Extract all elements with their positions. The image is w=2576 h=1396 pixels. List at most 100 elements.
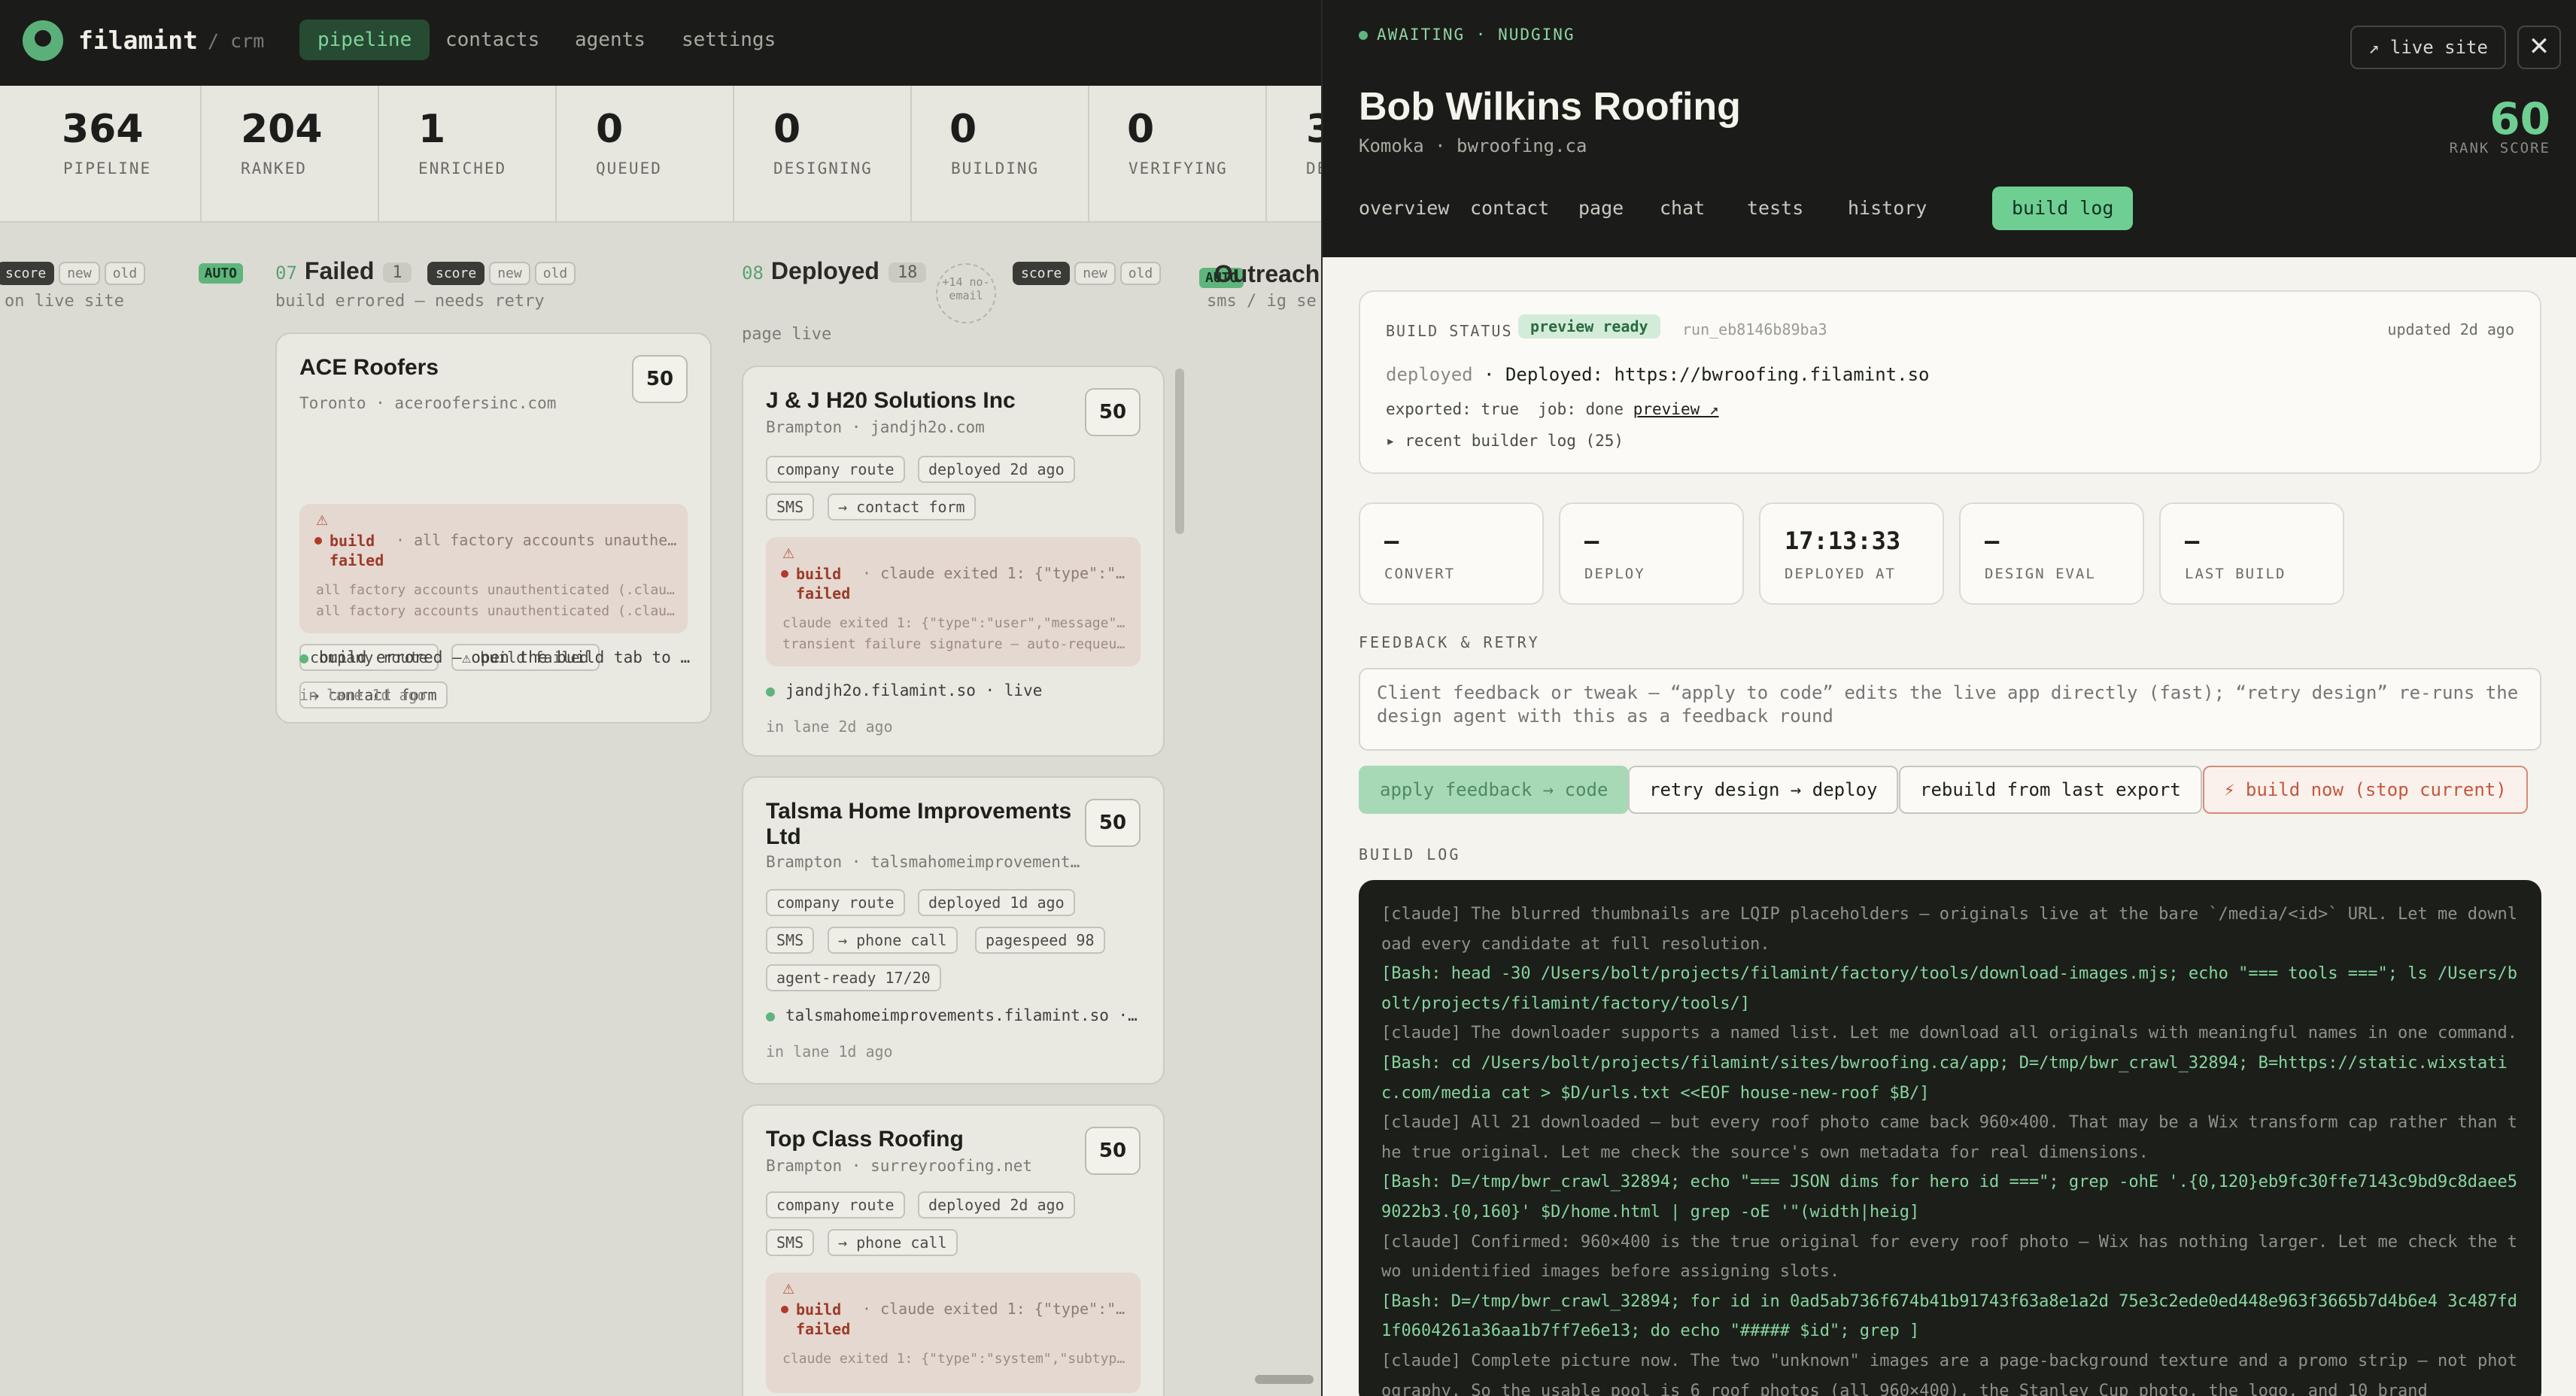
metric-value: 17:13:33: [1785, 527, 1901, 555]
tab-page[interactable]: page: [1559, 187, 1643, 230]
tab-tests[interactable]: tests: [1727, 187, 1823, 230]
rebuild-button[interactable]: rebuild from last export: [1899, 766, 2202, 814]
lane-name: Outreach: [1214, 260, 1320, 287]
stat-label: QUEUED: [596, 159, 662, 178]
build-status-label: BUILD STATUS: [1386, 322, 1513, 340]
warning-icon: ⚠: [316, 513, 329, 528]
stat-queued[interactable]: 0 QUEUED: [557, 86, 734, 221]
lane-count: 18: [888, 263, 927, 284]
error-line: transient failure signature — auto-reque…: [782, 636, 1130, 652]
horizontal-scrollbar[interactable]: [1255, 1375, 1314, 1384]
stat-ranked[interactable]: 204 RANKED: [202, 86, 379, 221]
build-now-button[interactable]: ⚡ build now (stop current): [2203, 766, 2528, 814]
lead-card[interactable]: Top Class Roofing Brampton · surreyroofi…: [742, 1104, 1165, 1396]
log-line-claude: [claude] The blurred thumbnails are LQIP…: [1381, 905, 2517, 954]
build-state-badge: preview ready: [1518, 314, 1660, 338]
error-box: ⚠ build failed · claude exited 1: {"type…: [766, 1273, 1141, 1393]
lane-deployed-subtitle: page live: [742, 325, 832, 344]
metric-value: –: [1985, 527, 2000, 555]
nav-tab-settings[interactable]: settings: [664, 20, 794, 60]
stat-pipeline[interactable]: 364 PIPELINE: [24, 86, 202, 221]
tab-build-log[interactable]: build log: [1992, 187, 2134, 230]
stat-value: 0: [596, 107, 624, 152]
vertical-scrollbar[interactable]: [1175, 369, 1184, 534]
log-line-bash: [Bash: D=/tmp/bwr_crawl_32894; for id in…: [1381, 1291, 2517, 1341]
filter-score[interactable]: score: [427, 262, 485, 285]
stat-designing[interactable]: 0 DESIGNING: [734, 86, 912, 221]
stat-enriched[interactable]: 1 ENRICHED: [379, 86, 557, 221]
filter-new[interactable]: new: [1074, 262, 1116, 285]
metric-value: –: [1384, 527, 1399, 555]
tag-route: company route: [766, 1191, 905, 1218]
close-icon[interactable]: ✕: [2517, 26, 2561, 69]
metric-label: DEPLOYED AT: [1785, 566, 1896, 582]
lead-card[interactable]: J & J H20 Solutions Inc Brampton · jandj…: [742, 366, 1165, 757]
metric-label: CONVERT: [1384, 566, 1456, 582]
tab-chat[interactable]: chat: [1640, 187, 1724, 230]
metric-label: LAST BUILD: [2185, 566, 2286, 582]
card-location: Toronto · aceroofersinc.com: [299, 394, 557, 412]
stat-verifying[interactable]: 0 VERIFYING: [1089, 86, 1267, 221]
more-no-email-badge[interactable]: +14 no-email: [936, 263, 996, 323]
export-row: exported: true job: done preview ↗: [1386, 400, 1719, 418]
tag-pagespeed: pagespeed 98: [975, 927, 1105, 954]
tab-overview[interactable]: overview: [1339, 187, 1469, 230]
stat-value: 1: [418, 107, 446, 152]
filter-score[interactable]: score: [1013, 262, 1071, 285]
tag-phone-call: → phone call: [828, 1229, 958, 1256]
tag-sms: SMS: [766, 927, 815, 954]
deployed-prefix: deployed: [1386, 364, 1473, 385]
log-line-claude: [claude] The downloader supports a named…: [1381, 1024, 2517, 1043]
error-line: claude exited 1: {"type":"user","message…: [782, 615, 1130, 631]
tab-contact[interactable]: contact: [1451, 187, 1569, 230]
nav-tab-contacts[interactable]: contacts: [427, 20, 557, 60]
error-label: build failed: [796, 565, 851, 602]
run-id: run_eb8146b89ba3: [1682, 320, 1827, 338]
drawer-body: BUILD STATUS preview ready run_eb8146b89…: [1359, 257, 2541, 1396]
lane-deployed-title: 08 Deployed 18: [742, 257, 927, 285]
feedback-input[interactable]: [1359, 668, 2541, 751]
stat-value: 0: [949, 107, 977, 152]
build-status-card: BUILD STATUS preview ready run_eb8146b89…: [1359, 290, 2541, 474]
live-site-button[interactable]: ↗ live site: [2350, 26, 2506, 69]
filter-new[interactable]: new: [489, 262, 530, 285]
build-log-title: BUILD LOG: [1359, 845, 1461, 863]
error-message: · claude exited 1: {"type":"user": [862, 564, 1130, 582]
status-dot: [1359, 31, 1368, 40]
error-dot: [781, 1306, 788, 1313]
lane-number: 08: [742, 263, 764, 284]
filter-old[interactable]: old: [1119, 262, 1162, 285]
nav-tab-agents[interactable]: agents: [557, 20, 664, 60]
tab-history[interactable]: history: [1828, 187, 1946, 230]
card-title: Top Class Roofing: [766, 1127, 964, 1152]
filter-score[interactable]: score: [0, 262, 55, 285]
stat-de[interactable]: 3 DE: [1267, 86, 1321, 221]
apply-feedback-button[interactable]: apply feedback → code: [1359, 766, 1630, 814]
metric-value: –: [2185, 527, 2200, 555]
error-line: all factory accounts unauthenticated (.c…: [316, 603, 677, 619]
retry-design-button[interactable]: retry design → deploy: [1628, 766, 1899, 814]
auto-badge[interactable]: AUTO: [198, 263, 244, 284]
deployed-row: deployed · Deployed: https://bwroofing.f…: [1386, 364, 1929, 385]
build-log-console[interactable]: [claude] The blurred thumbnails are LQIP…: [1359, 880, 2541, 1396]
lane-failed-title: 07 Failed 1: [275, 257, 412, 285]
tag-route: company route: [766, 456, 905, 483]
lane-prev-filters: score new old AUTO: [0, 262, 244, 285]
filter-new[interactable]: new: [59, 262, 100, 285]
filter-old[interactable]: old: [534, 262, 576, 285]
recent-log-toggle[interactable]: ▸ recent builder log (25): [1386, 432, 1624, 450]
stat-label: DE: [1306, 159, 1321, 178]
lead-card[interactable]: ACE Roofers Toronto · aceroofersinc.com …: [275, 332, 712, 724]
lane-prev-subtitle: on live site: [5, 292, 124, 311]
lane-count: 1: [383, 263, 412, 284]
stat-label: VERIFYING: [1129, 159, 1228, 178]
nav-tab-pipeline[interactable]: pipeline: [299, 20, 430, 60]
metric-label: DEPLOY: [1584, 566, 1645, 582]
stat-building[interactable]: 0 BUILDING: [912, 86, 1089, 221]
filter-old[interactable]: old: [104, 262, 146, 285]
tag-deployed: deployed 2d ago: [918, 456, 1075, 483]
business-location: Komoka · bwroofing.ca: [1359, 135, 1587, 156]
preview-link[interactable]: preview ↗: [1633, 400, 1719, 418]
status-dot: [766, 1012, 775, 1021]
lead-card[interactable]: Talsma Home Improvements Ltd Brampton · …: [742, 776, 1165, 1085]
